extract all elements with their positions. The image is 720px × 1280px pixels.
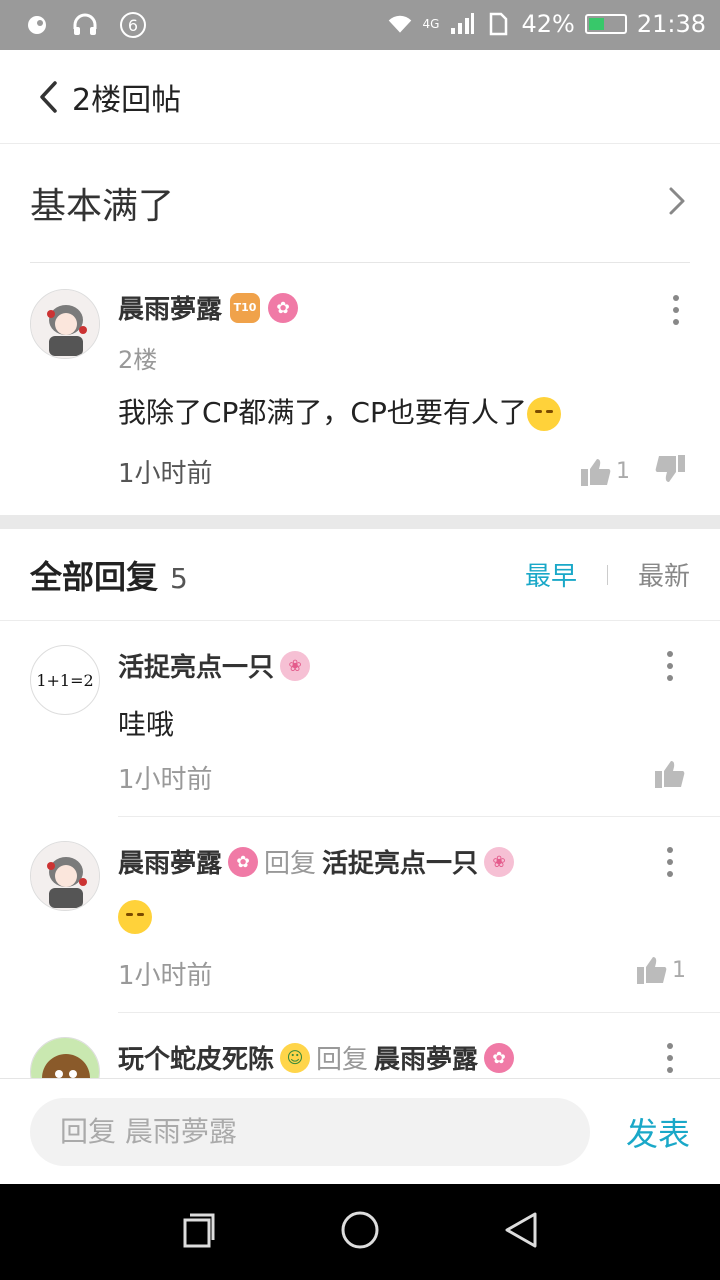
header: 2楼回帖 (0, 50, 720, 144)
reply-input[interactable] (30, 1097, 590, 1166)
replies-count: 5 (170, 561, 188, 595)
thumbs-up-icon (581, 458, 611, 486)
home-icon[interactable] (340, 1210, 380, 1254)
avatar[interactable]: 1+1=2 (30, 645, 100, 715)
level-badge: T10 (230, 292, 261, 323)
reply-author-line: 玩个蛇皮死陈 ☺ 回复 晨雨夢露 ✿ (118, 1039, 515, 1076)
dislike-button[interactable] (654, 454, 686, 490)
avatar[interactable] (30, 841, 100, 911)
more-options-icon[interactable] (666, 651, 674, 681)
thread-title: 基本满了 (30, 186, 175, 227)
wifi-icon (387, 11, 413, 37)
signal-icon (449, 11, 475, 37)
thumbs-up-icon (637, 957, 667, 984)
network-type: 4G (422, 17, 440, 31)
chevron-right-icon (668, 186, 686, 220)
more-options-icon[interactable] (666, 847, 674, 877)
smirk-emoji-icon (118, 900, 152, 934)
sort-toggle: 最早 最新 (525, 556, 690, 593)
like-button[interactable] (654, 759, 686, 789)
reply-sheet: 2楼回帖 基本满了 晨雨夢露 T10 ✿ 2楼 我除了CP都满了，CP也要有人了… (0, 50, 720, 1184)
thumbs-down-icon (655, 454, 685, 482)
section-gap (0, 515, 720, 529)
post-time: 1小时前 (118, 459, 213, 489)
frog-badge-icon: ❀ (484, 846, 515, 877)
sim-icon (485, 11, 511, 37)
floor-number: 2楼 (118, 346, 158, 374)
recent-apps-icon[interactable] (181, 1212, 217, 1252)
like-count: 1 (672, 957, 686, 983)
thread-title-row[interactable]: 基本满了 (0, 144, 720, 262)
battery-percent: 42% (521, 10, 575, 38)
member-badge-icon: ✿ (484, 1042, 515, 1073)
back-nav-icon[interactable] (503, 1211, 539, 1253)
smirk-emoji-icon (526, 397, 561, 431)
frog-badge-icon: ❀ (280, 650, 311, 681)
sort-earliest-button[interactable]: 最早 (525, 556, 577, 593)
reply-to-user[interactable]: 晨雨夢露 (374, 1039, 478, 1076)
author-name[interactable]: 晨雨夢露 (118, 289, 222, 326)
send-button[interactable]: 发表 (626, 1109, 690, 1155)
reply-author[interactable]: 晨雨夢露 (118, 843, 222, 880)
reply-composer: 发表 (0, 1078, 720, 1184)
reply-content: 哇哦 (118, 708, 175, 741)
music-notification-icon (24, 12, 50, 38)
clock: 21:38 (636, 10, 706, 38)
reply-author-line: 晨雨夢露 ✿ 回复 活捉亮点一只 ❀ (118, 843, 515, 880)
like-count: 1 (616, 459, 630, 484)
reply-to-user[interactable]: 活捉亮点一只 (322, 843, 478, 880)
battery-icon (584, 14, 627, 34)
like-button[interactable]: 1 (580, 457, 630, 487)
avatar-text: 1+1=2 (36, 670, 94, 690)
member-badge-icon: ✿ (228, 846, 259, 877)
author-line: 晨雨夢露 T10 ✿ (118, 289, 686, 326)
like-button[interactable]: 1 (636, 955, 686, 985)
avatar[interactable] (30, 289, 100, 359)
page-title: 2楼回帖 (72, 82, 182, 118)
more-options-icon[interactable] (666, 1043, 674, 1073)
reply-author-line: 活捉亮点一只 ❀ (118, 647, 311, 684)
original-post: 晨雨夢露 T10 ✿ 2楼 我除了CP都满了，CP也要有人了 1小时前 1 (0, 263, 720, 515)
member-badge-icon: ✿ (268, 292, 299, 323)
replies-header: 全部回复 5 最早 最新 (0, 529, 720, 621)
notification-count-badge: 6 (120, 12, 146, 38)
reply-content (118, 899, 152, 934)
reply-item: 1+1=2 活捉亮点一只 ❀ 哇哦 1小时前 (30, 621, 720, 817)
system-nav-bar (0, 1184, 720, 1280)
reply-to-label: 回复 (264, 849, 317, 879)
reply-time: 1小时前 (118, 765, 213, 795)
character-badge-icon: ☺ (280, 1042, 311, 1073)
more-options-icon[interactable] (672, 295, 680, 325)
post-text: 我除了CP都满了，CP也要有人了 (118, 396, 527, 429)
thumbs-up-icon (655, 761, 685, 788)
replies-title: 全部回复 (30, 557, 159, 596)
reply-author[interactable]: 活捉亮点一只 (118, 647, 274, 684)
post-content: 我除了CP都满了，CP也要有人了 (118, 391, 686, 431)
status-bar: 6 4G 42% 21:38 (0, 0, 720, 50)
reply-time: 1小时前 (118, 961, 213, 991)
reply-to-label: 回复 (316, 1045, 369, 1075)
back-arrow-icon[interactable] (30, 79, 66, 115)
headphones-icon (72, 12, 98, 38)
replies-title-line: 全部回复 5 (30, 552, 188, 598)
reply-author[interactable]: 玩个蛇皮死陈 (118, 1039, 274, 1076)
reply-item: 晨雨夢露 ✿ 回复 活捉亮点一只 ❀ 1小时前 1 (30, 817, 720, 1013)
sort-divider (606, 564, 608, 585)
sort-latest-button[interactable]: 最新 (638, 556, 690, 593)
